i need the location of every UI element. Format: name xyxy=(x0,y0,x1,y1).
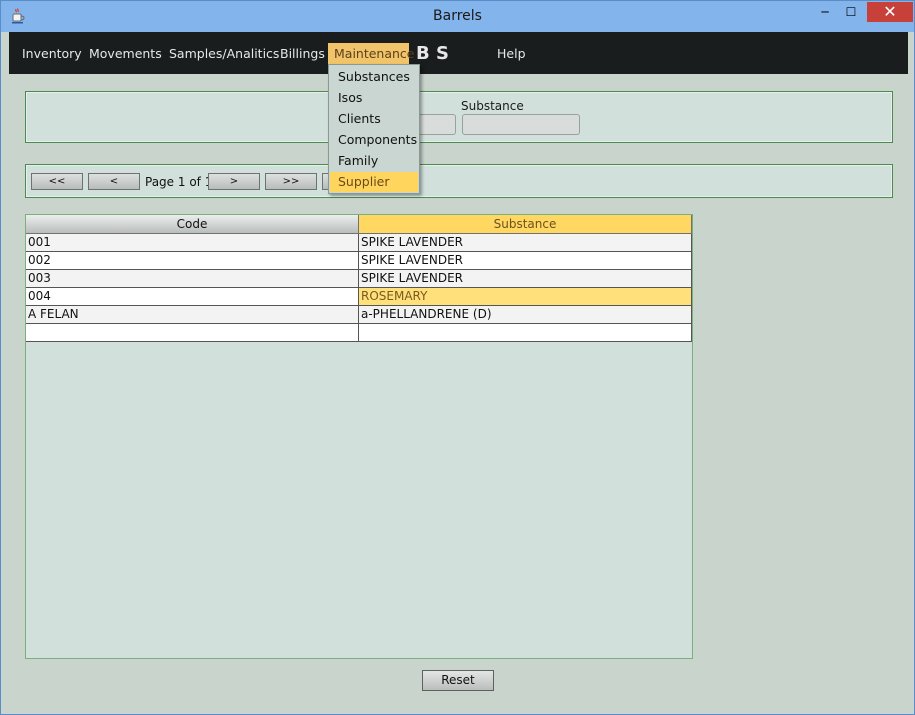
maximize-button[interactable]: ☐ xyxy=(837,2,865,22)
menu-movements[interactable]: Movements xyxy=(85,43,166,65)
substances-table: Code Substance 001 SPIKE LAVENDER 002 SP… xyxy=(25,214,693,659)
cell-substance[interactable]: SPIKE LAVENDER xyxy=(359,234,692,252)
table-row[interactable]: A FELAN a-PHELLANDRENE (D) xyxy=(26,306,692,324)
bs-logo: B S xyxy=(416,43,449,64)
cell-substance[interactable]: ROSEMARY xyxy=(359,288,692,306)
filter-panel: Substance xyxy=(25,91,893,143)
title-bar[interactable]: Barrels ─ ☐ ✕ xyxy=(1,1,914,32)
cell-code[interactable]: 004 xyxy=(26,288,359,306)
table-row[interactable]: 003 SPIKE LAVENDER xyxy=(26,270,692,288)
substance-filter-label: Substance xyxy=(461,99,524,113)
cell-substance[interactable]: SPIKE LAVENDER xyxy=(359,270,692,288)
cell-code[interactable] xyxy=(26,324,359,342)
reset-button[interactable]: Reset xyxy=(422,670,494,691)
menu-item-supplier[interactable]: Supplier xyxy=(330,172,418,192)
menu-item-family[interactable]: Family xyxy=(330,151,418,171)
window-title: Barrels xyxy=(433,8,482,24)
last-page-button[interactable]: >> xyxy=(265,173,317,190)
cell-substance[interactable] xyxy=(359,324,692,342)
table-row-selected[interactable]: 004 ROSEMARY xyxy=(26,288,692,306)
pager-panel: << < Page 1 of 1 > >> xyxy=(25,164,893,198)
column-header-substance[interactable]: Substance xyxy=(359,215,692,234)
close-button[interactable]: ✕ xyxy=(867,2,913,22)
menu-bar: Inventory Movements Samples/Analitics Bi… xyxy=(9,32,908,74)
menu-maintenance[interactable]: Maintenance xyxy=(328,43,415,65)
maintenance-dropdown: Substances Isos Clients Components Famil… xyxy=(328,64,420,194)
next-page-button[interactable]: > xyxy=(208,173,260,190)
cell-code[interactable]: A FELAN xyxy=(26,306,359,324)
menu-item-substances[interactable]: Substances xyxy=(330,67,418,87)
cell-code[interactable]: 001 xyxy=(26,234,359,252)
table-row-empty[interactable] xyxy=(26,324,692,342)
menu-help[interactable]: Help xyxy=(493,43,530,65)
prev-page-button[interactable]: < xyxy=(88,173,140,190)
table-row[interactable]: 002 SPIKE LAVENDER xyxy=(26,252,692,270)
menu-item-isos[interactable]: Isos xyxy=(330,88,418,108)
menu-billings[interactable]: Billings xyxy=(276,43,329,65)
minimize-button[interactable]: ─ xyxy=(811,2,839,22)
menu-samples-analitics[interactable]: Samples/Analitics xyxy=(165,43,283,65)
table-row[interactable]: 001 SPIKE LAVENDER xyxy=(26,234,692,252)
cell-substance[interactable]: a-PHELLANDRENE (D) xyxy=(359,306,692,324)
menu-item-clients[interactable]: Clients xyxy=(330,109,418,129)
page-indicator: Page 1 of 1 xyxy=(145,175,213,189)
main-content: Substance << < Page 1 of 1 > >> Code Sub… xyxy=(9,74,908,707)
cell-code[interactable]: 003 xyxy=(26,270,359,288)
substance-filter-input[interactable] xyxy=(462,114,580,135)
first-page-button[interactable]: << xyxy=(31,173,83,190)
column-header-code[interactable]: Code xyxy=(26,215,359,234)
menu-item-components[interactable]: Components xyxy=(330,130,418,150)
cell-substance[interactable]: SPIKE LAVENDER xyxy=(359,252,692,270)
menu-inventory[interactable]: Inventory xyxy=(18,43,86,65)
cell-code[interactable]: 002 xyxy=(26,252,359,270)
app-window: Barrels ─ ☐ ✕ Inventory Movements Sample… xyxy=(0,0,915,715)
